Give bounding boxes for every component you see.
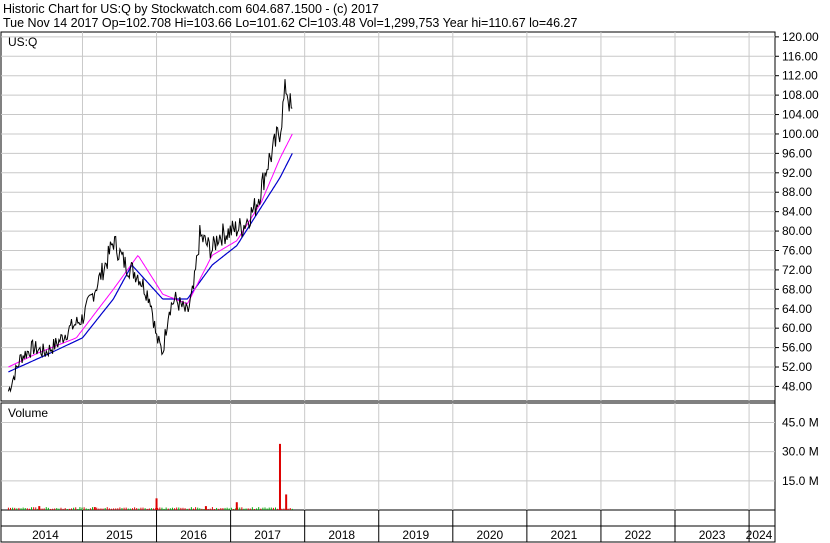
year-label: 2022	[625, 528, 652, 542]
price-line	[7, 79, 293, 393]
year-label: 2016	[180, 528, 207, 542]
year-label: 2017	[254, 528, 281, 542]
volume-tick-label: 30.0 M	[782, 445, 819, 459]
price-tick-label: 72.00	[782, 263, 812, 277]
year-label: 2014	[32, 528, 59, 542]
date-axis-labels: 2014 2015 2016 2017 2018 2019 2020 2021 2022 2023…	[32, 528, 773, 542]
grid-lines	[1, 32, 779, 542]
year-label: 2023	[699, 528, 726, 542]
price-tick-label: 100.00	[782, 127, 819, 141]
price-axis-labels: 120.00 116.00 112.00 108.00 104.00 100.00 96.0…	[782, 30, 819, 394]
year-label: 2021	[551, 528, 578, 542]
year-label: 2020	[476, 528, 503, 542]
year-label: 2019	[402, 528, 429, 542]
volume-tick-label: 45.0 M	[782, 415, 819, 429]
historic-chart: 120.00 116.00 112.00 108.00 104.00 100.00 96.0…	[0, 30, 819, 543]
year-label: 2024	[746, 528, 773, 542]
price-tick-label: 112.00	[782, 69, 818, 83]
price-tick-label: 84.00	[782, 205, 812, 219]
price-tick-label: 56.00	[782, 341, 812, 355]
year-label: 2015	[106, 528, 133, 542]
price-tick-label: 60.00	[782, 321, 812, 335]
price-tick-label: 76.00	[782, 243, 812, 257]
price-panel-label: US:Q	[8, 35, 37, 49]
price-tick-label: 104.00	[782, 108, 819, 122]
volume-panel	[0, 402, 776, 511]
price-tick-label: 88.00	[782, 185, 812, 199]
volume-tick-label: 15.0 M	[782, 474, 819, 488]
volume-panel-label: Volume	[8, 406, 48, 420]
price-tick-label: 92.00	[782, 166, 812, 180]
price-tick-label: 68.00	[782, 282, 812, 296]
volume-axis-labels: 45.0 M 30.0 M 15.0 M	[782, 415, 819, 487]
price-tick-label: 48.00	[782, 379, 812, 393]
moving-average-long-line	[8, 153, 293, 373]
year-label: 2018	[328, 528, 355, 542]
price-tick-label: 64.00	[782, 302, 812, 316]
price-panel	[0, 31, 776, 402]
price-tick-label: 52.00	[782, 360, 812, 374]
volume-bars	[7, 443, 293, 510]
price-tick-label: 120.00	[782, 30, 819, 44]
price-tick-label: 116.00	[782, 49, 818, 63]
price-tick-label: 80.00	[782, 224, 812, 238]
price-tick-label: 96.00	[782, 146, 812, 160]
price-tick-label: 108.00	[782, 88, 819, 102]
